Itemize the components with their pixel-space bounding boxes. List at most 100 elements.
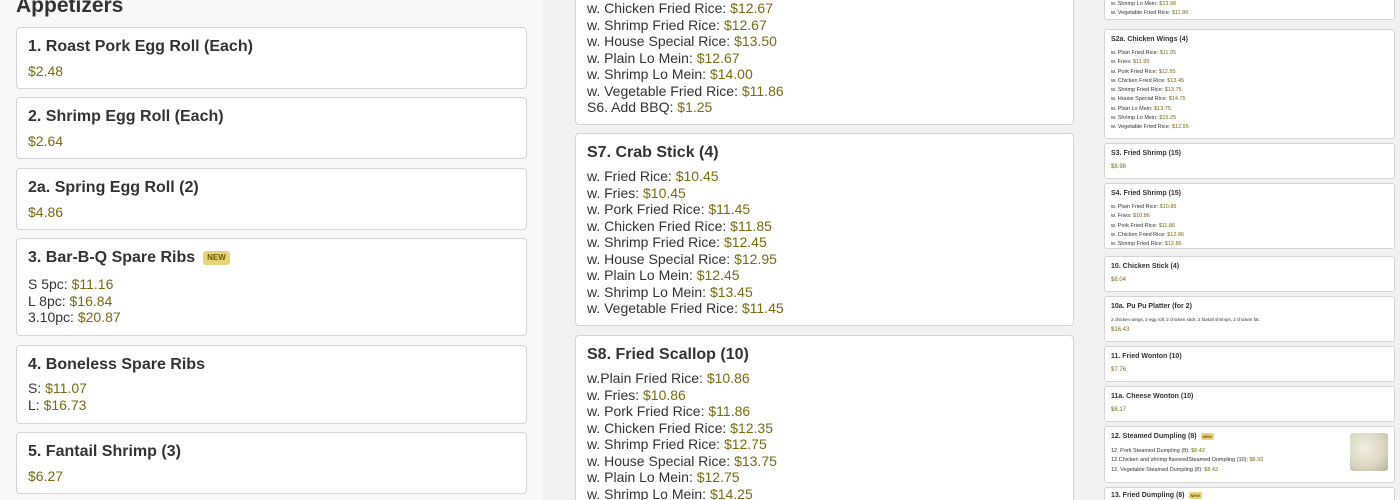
item-price: $8.17 <box>1111 407 1127 413</box>
item-title: 2a. Spring Egg Roll (2) <box>28 179 199 196</box>
price-line: w. Plain Lo Mein: $12.67 <box>587 49 740 66</box>
menu-item-card[interactable]: S7. Crab Stick (4) w. Fried Rice: $10.45… <box>575 133 1074 326</box>
price-line: w. House Special Rice: $13.50 <box>587 33 777 49</box>
price-line: w. House Special Rice: $12.95 <box>587 250 777 267</box>
new-badge: NEW <box>203 251 230 265</box>
menu-item-card[interactable]: 13. Fried Dumpling (8) NEW <box>1104 487 1395 500</box>
price-line: w. Shrimp Lo Mein: $13.45 <box>587 283 753 300</box>
price-line: w. House Special Rice: $14.75 <box>1111 96 1186 103</box>
price-line: w. Chicken Fried Rice: $11.85 <box>587 217 772 234</box>
price-line: w. Shrimp Lo Mein: $14.25 <box>587 485 753 500</box>
menu-item-card[interactable]: 1. Roast Pork Egg Roll (Each) $2.48 <box>16 27 527 89</box>
price-line: w. Pork Fried Rice: $11.45 <box>587 201 751 217</box>
menu-item-card[interactable]: 4. Boneless Spare Ribs S: $11.07 L: $16.… <box>16 345 527 424</box>
price-line: 12. Vegetable Steamed Dumpling (8): $8.4… <box>1111 466 1219 473</box>
price-line: w. Vegetable Fried Rice: $11.45 <box>587 300 784 316</box>
item-price: $8.04 <box>1111 277 1127 283</box>
item-title: 12. Steamed Dumpling (8) <box>1111 433 1197 440</box>
appetizers-column: Appetizers 1. Roast Pork Egg Roll (Each)… <box>0 0 543 500</box>
item-title: 13. Fried Dumpling (8) <box>1111 492 1185 499</box>
price-line: w. Fries: $10.45 <box>587 184 686 201</box>
specials-column: w. Chicken Fried Rice: $12.67 w. Shrimp … <box>543 0 1090 500</box>
menu-item-card[interactable]: 2. Shrimp Egg Roll (Each) $2.64 <box>16 97 527 159</box>
price-line: w. Plain Fried Rice: $10.86 <box>1111 204 1177 210</box>
price-line: w. Fries: $10.86 <box>1111 213 1150 220</box>
menu-item-card[interactable]: 5. Fantail Shrimp (3) $6.27 <box>16 432 527 494</box>
price-line: w. Shrimp Lo Mein: $15.25 <box>1111 115 1177 122</box>
item-price: $2.48 <box>28 63 64 79</box>
menu-item-card[interactable]: 3. Bar-B-Q Spare Ribs NEW S 5pc: $11.16 … <box>16 238 527 336</box>
item-price: $16.43 <box>1111 327 1130 333</box>
price-line: w. Shrimp Lo Mein: $13.98 <box>1111 1 1177 7</box>
price-line: w. Vegetable Fried Rice: $11.86 <box>1111 10 1189 17</box>
item-title: S8. Fried Scallop (10) <box>587 346 749 363</box>
new-badge: NEW <box>1188 492 1202 499</box>
item-description: 2 chicken wings, 2 egg roll, 2 chicken s… <box>1111 317 1260 322</box>
item-title: S4. Fried Shrimp (15) <box>1111 190 1182 197</box>
menu-item-card[interactable]: S4. Fried Shrimp (15) w. Plain Fried Ric… <box>1104 183 1395 249</box>
item-title: 4. Boneless Spare Ribs <box>28 356 205 373</box>
price-line: w. Pork Fried Rice: $12.95 <box>1111 68 1176 75</box>
price-line: w. Plain Fried Rice: $11.95 <box>1111 50 1177 56</box>
menu-item-card[interactable]: S8. Fried Scallop (10) w.Plain Fried Ric… <box>575 335 1074 500</box>
price-line: 12. Pork Steamed Dumpling (8): $8.43 <box>1111 448 1205 454</box>
price-line: w. Chicken Fried Rice: $13.45 <box>1111 77 1185 84</box>
item-title: 1. Roast Pork Egg Roll (Each) <box>28 38 253 55</box>
item-price: $4.86 <box>28 204 64 220</box>
item-title: 10. Chicken Stick (4) <box>1111 263 1180 270</box>
section-title: Appetizers <box>16 0 124 17</box>
item-price: $8.98 <box>1111 164 1127 170</box>
item-title: S7. Crab Stick (4) <box>587 144 719 161</box>
price-line: w. Fries: $11.95 <box>1111 59 1150 66</box>
right-menu-column: w. Shrimp Lo Mein: $13.98 w. Vegetable F… <box>1090 0 1400 500</box>
price-line: L: $16.73 <box>28 396 87 413</box>
price-line: L 8pc: $16.84 <box>28 292 113 309</box>
price-line: w. House Special Rice: $13.75 <box>587 452 777 469</box>
menu-item-card[interactable]: S3. Fried Shrimp (15) $8.98 <box>1104 143 1395 179</box>
item-title: S3. Fried Shrimp (15) <box>1111 150 1182 157</box>
item-title: 5. Fantail Shrimp (3) <box>28 443 181 460</box>
menu-item-card[interactable]: 12. Steamed Dumpling (8) NEW 12. Pork St… <box>1104 426 1395 483</box>
price-line: 3.10pc: $20.87 <box>28 309 121 325</box>
price-line: w. Shrimp Fried Rice: $12.67 <box>587 16 767 33</box>
item-price: $7.76 <box>1111 367 1127 373</box>
price-line: w. Shrimp Lo Mein: $14.00 <box>587 66 753 82</box>
price-line: S 5pc: $11.16 <box>28 276 114 292</box>
item-title: 11. Fried Wonton (10) <box>1111 353 1182 360</box>
price-line: w. Shrimp Fried Rice: $12.45 <box>587 234 767 250</box>
price-line: w. Pork Fried Rice: $11.86 <box>1111 222 1176 229</box>
price-line: w. Chicken Fried Rice: $12.67 <box>587 0 773 16</box>
item-title: 11a. Cheese Wonton (10) <box>1111 393 1194 400</box>
price-line: w. Fries: $10.86 <box>587 386 686 403</box>
price-line: w. Plain Lo Mein: $12.75 <box>587 469 740 485</box>
price-line: w. Vegetable Fried Rice: $11.86 <box>587 82 784 99</box>
price-line: S: $11.07 <box>28 380 87 396</box>
price-line: w. Shrimp Fried Rice: $12.86 <box>1111 241 1182 248</box>
item-price: $2.64 <box>28 133 64 149</box>
price-line: w. Plain Lo Mein: $13.75 <box>1111 105 1171 112</box>
new-badge: NEW <box>1200 433 1214 440</box>
price-line: w. Plain Lo Mein: $12.45 <box>587 267 740 283</box>
price-line: w. Pork Fried Rice: $11.86 <box>587 403 751 419</box>
price-line: 12.Chicken and shrimp flavoredSteamed Du… <box>1111 457 1264 464</box>
item-title: S2a. Chicken Wings (4) <box>1111 36 1188 43</box>
price-line: S6. Add BBQ: $1.25 <box>587 99 713 115</box>
price-line: w. Shrimp Fried Rice: $12.75 <box>587 436 767 452</box>
menu-item-card[interactable]: S2a. Chicken Wings (4) w. Plain Fried Ri… <box>1104 29 1395 139</box>
price-line: w. Chicken Fried Rice: $12.35 <box>587 419 773 436</box>
menu-item-card[interactable]: 10a. Pu Pu Platter (for 2) 2 chicken win… <box>1104 296 1395 342</box>
price-line: w. Fried Rice: $10.45 <box>587 168 719 184</box>
item-price: $6.27 <box>28 468 64 484</box>
menu-item-card[interactable]: w. Shrimp Lo Mein: $13.98 w. Vegetable F… <box>1104 0 1395 20</box>
price-line: w. Chicken Fried Rice: $12.86 <box>1111 231 1185 238</box>
dumpling-photo[interactable] <box>1350 433 1388 471</box>
item-title: 2. Shrimp Egg Roll (Each) <box>28 108 224 125</box>
price-line: w. Vegetable Fried Rice: $12.95 <box>1111 124 1189 131</box>
menu-item-card[interactable]: 2a. Spring Egg Roll (2) $4.86 <box>16 168 527 230</box>
menu-item-card[interactable]: 11. Fried Wonton (10) $7.76 <box>1104 346 1395 382</box>
menu-item-card[interactable]: w. Chicken Fried Rice: $12.67 w. Shrimp … <box>575 0 1074 125</box>
price-line: w.Plain Fried Rice: $10.86 <box>587 370 750 386</box>
menu-item-card[interactable]: 10. Chicken Stick (4) $8.04 <box>1104 256 1395 292</box>
menu-item-card[interactable]: 11a. Cheese Wonton (10) $8.17 <box>1104 386 1395 422</box>
price-line: w. Shrimp Fried Rice: $13.75 <box>1111 87 1182 94</box>
